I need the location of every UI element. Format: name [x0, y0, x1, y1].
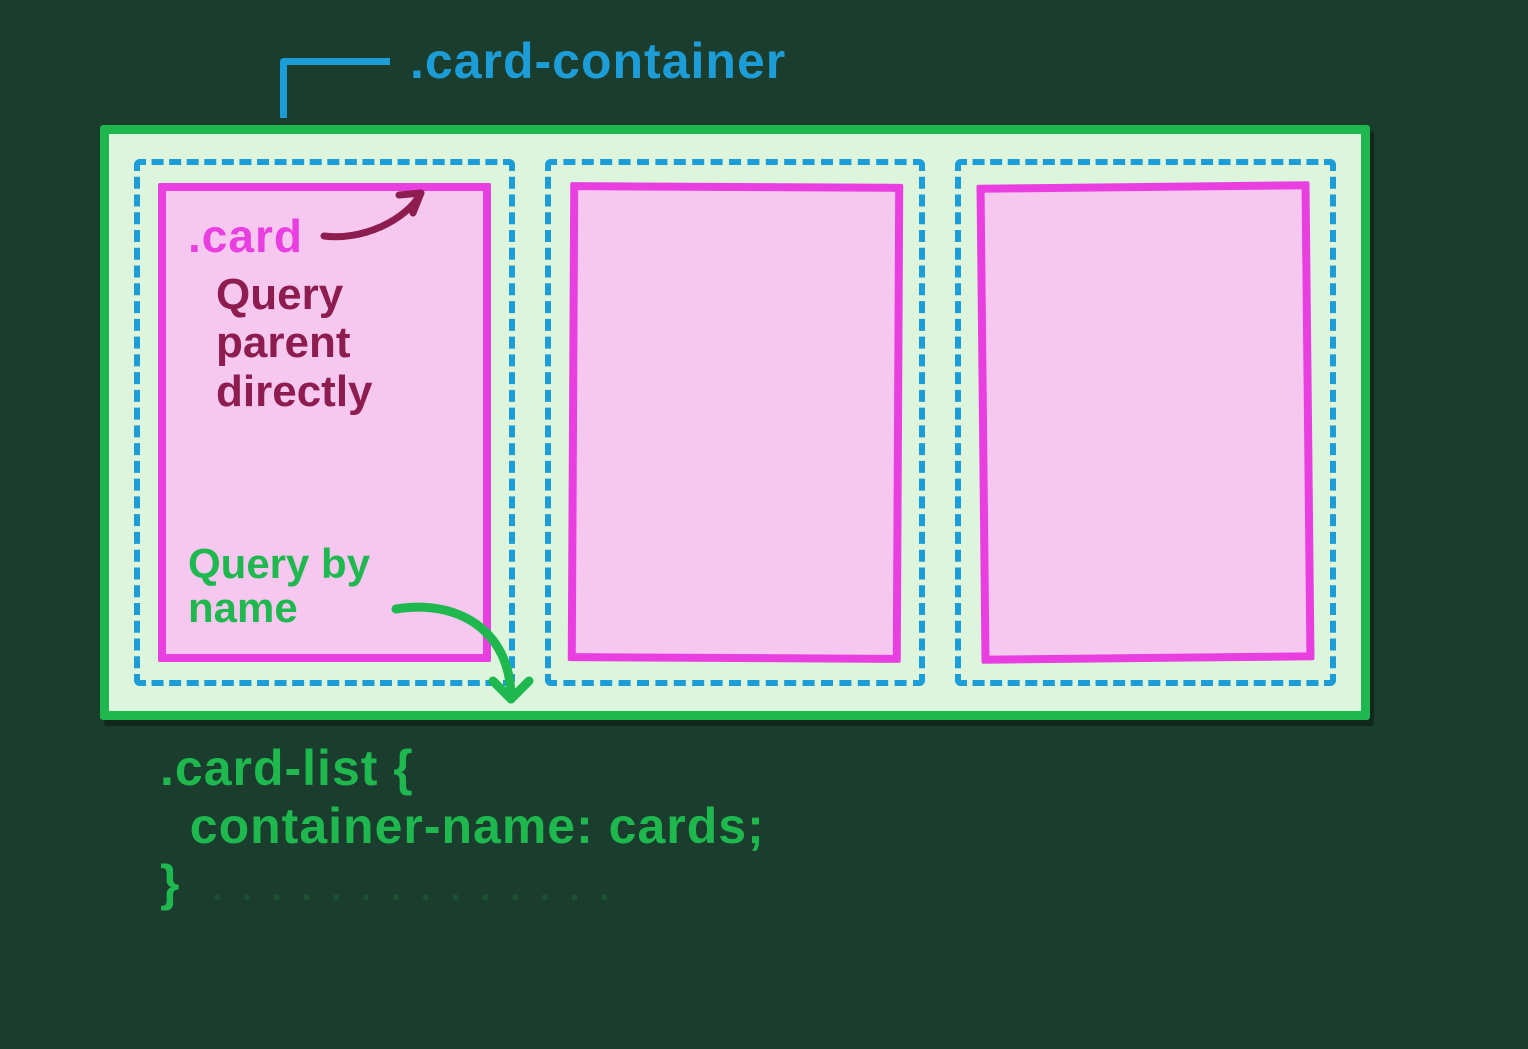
card-container-class-label: .card-container [410, 32, 786, 90]
card-container [955, 159, 1336, 686]
code-line-selector: .card-list { [160, 740, 414, 796]
code-line-rule: container-name: cards; [160, 798, 765, 854]
faded-trail: . . . . . . . . . . . . . . [180, 855, 612, 911]
card-container: .card Query parent directly Query by nam… [134, 159, 515, 686]
query-parent-text: Query parent directly [216, 271, 483, 416]
arrow-to-card-border-icon [316, 181, 456, 251]
bracket-icon [280, 58, 390, 118]
query-by-name-text: Query by name [188, 542, 483, 630]
card [567, 182, 902, 663]
card-class-label: .card [188, 209, 303, 263]
code-line-close: } [160, 855, 180, 911]
card-list: .card Query parent directly Query by nam… [100, 125, 1370, 720]
card: .card Query parent directly Query by nam… [158, 183, 491, 662]
card [977, 181, 1315, 663]
css-snippet: .card-list { container-name: cards; } . … [160, 740, 765, 913]
card-container [545, 159, 926, 686]
